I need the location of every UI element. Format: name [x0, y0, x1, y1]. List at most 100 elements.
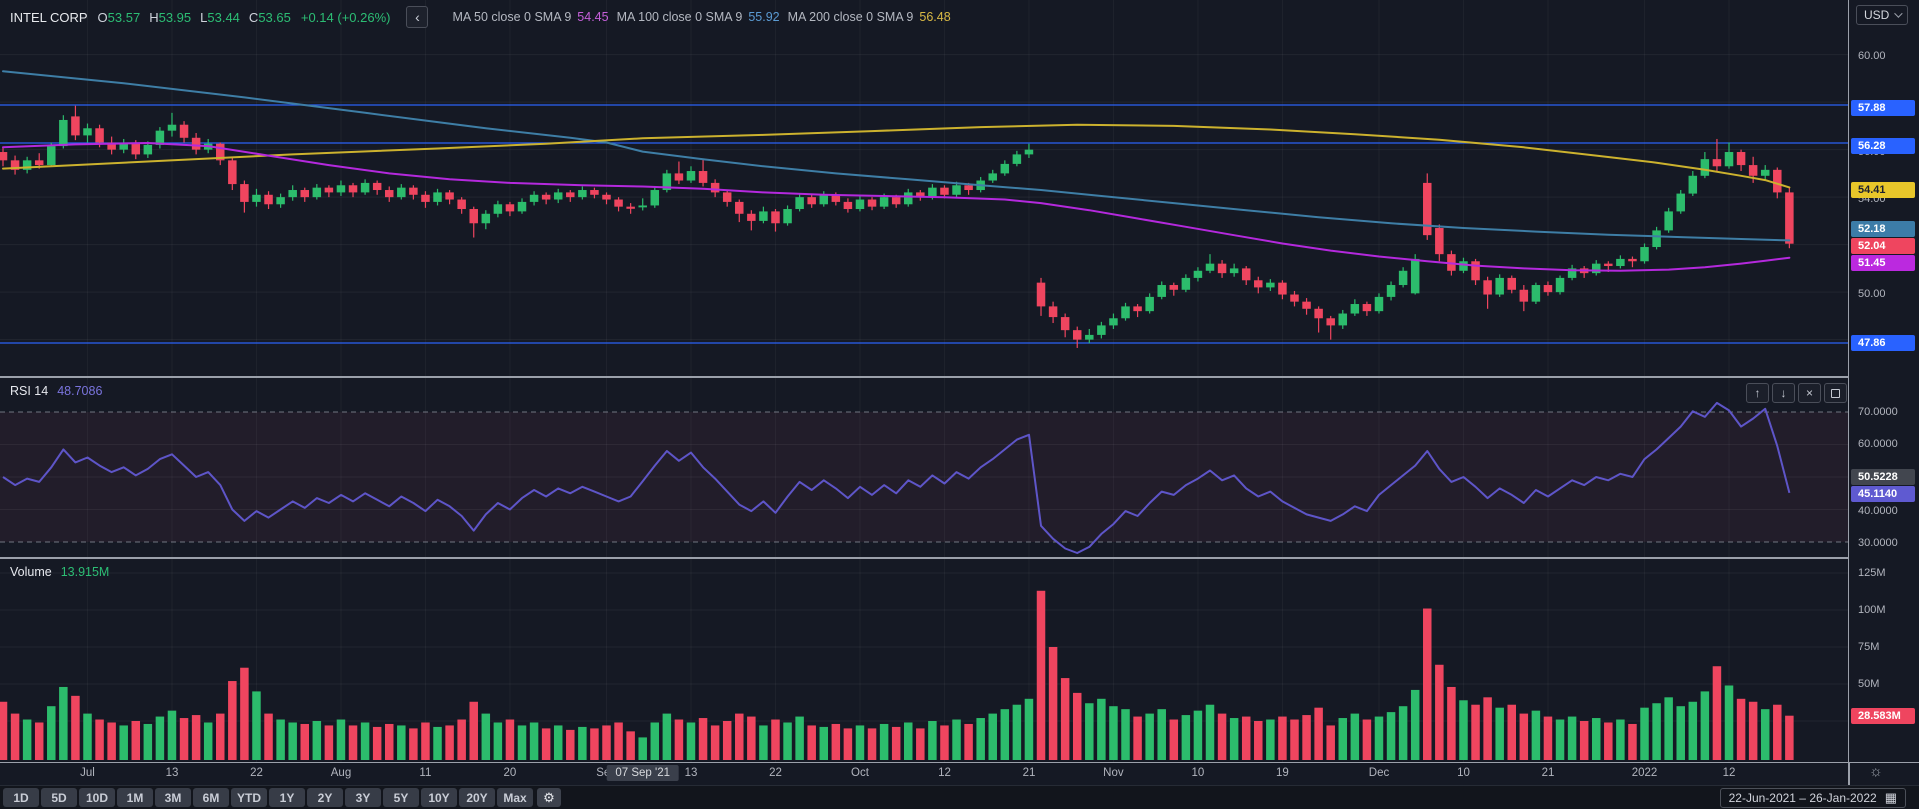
candle[interactable]	[638, 205, 647, 207]
volume-bar[interactable]	[771, 720, 780, 760]
range-button-5d[interactable]: 5D	[41, 788, 77, 807]
remove-pane-button[interactable]: ×	[1798, 383, 1821, 403]
candle[interactable]	[373, 183, 382, 190]
volume-bar[interactable]	[349, 725, 358, 760]
candle[interactable]	[795, 197, 804, 209]
date-range-picker[interactable]: 22-Jun-2021 – 26-Jan-2022 ▦	[1720, 788, 1906, 808]
volume-bar[interactable]	[216, 714, 225, 760]
volume-bar[interactable]	[904, 722, 913, 760]
volume-bar[interactable]	[144, 724, 153, 760]
volume-bar[interactable]	[1556, 720, 1565, 760]
axis-settings-icon[interactable]: ☼	[1869, 763, 1883, 780]
volume-bar[interactable]	[0, 702, 7, 760]
candle[interactable]	[1218, 264, 1227, 274]
candle[interactable]	[1290, 295, 1299, 302]
volume-bar[interactable]	[1725, 685, 1734, 760]
volume-bar[interactable]	[554, 725, 563, 760]
volume-bar[interactable]	[651, 722, 660, 760]
candle[interactable]	[1157, 285, 1166, 297]
candle[interactable]	[1073, 330, 1082, 340]
candle[interactable]	[1495, 278, 1504, 295]
candle[interactable]	[590, 190, 599, 195]
volume-bar[interactable]	[240, 668, 249, 760]
candle[interactable]	[530, 195, 539, 202]
range-button-3m[interactable]: 3M	[155, 788, 191, 807]
candle[interactable]	[1097, 325, 1106, 335]
candle[interactable]	[711, 183, 720, 193]
candle[interactable]	[675, 173, 684, 180]
range-button-3y[interactable]: 3Y	[345, 788, 381, 807]
candle[interactable]	[1532, 285, 1541, 302]
volume-bar[interactable]	[1254, 721, 1263, 760]
candle[interactable]	[1423, 183, 1432, 235]
candle[interactable]	[349, 185, 358, 192]
volume-bar[interactable]	[397, 725, 406, 760]
volume-bar[interactable]	[711, 725, 720, 760]
ma-legend-item-2[interactable]: MA 200 close 0 SMA 956.48	[788, 10, 951, 24]
maximize-pane-button[interactable]	[1824, 383, 1847, 403]
volume-bar[interactable]	[192, 715, 201, 760]
candle[interactable]	[1520, 290, 1529, 302]
candle[interactable]	[1471, 261, 1480, 280]
volume-bar[interactable]	[385, 724, 394, 760]
volume-bar[interactable]	[1676, 706, 1685, 760]
candle[interactable]	[1194, 271, 1203, 278]
volume-bar[interactable]	[1387, 712, 1396, 760]
volume-bar[interactable]	[940, 725, 949, 760]
volume-bar[interactable]	[844, 728, 853, 760]
volume-bar[interactable]	[59, 687, 68, 760]
candle[interactable]	[1145, 297, 1154, 311]
range-button-1d[interactable]: 1D	[3, 788, 39, 807]
volume-bar[interactable]	[1339, 718, 1348, 760]
candle[interactable]	[1713, 159, 1722, 166]
candle[interactable]	[433, 192, 442, 202]
candle[interactable]	[856, 200, 865, 210]
candle[interactable]	[1604, 264, 1613, 266]
volume-bar[interactable]	[1278, 717, 1287, 760]
candle[interactable]	[1266, 283, 1275, 288]
volume-bar[interactable]	[820, 727, 829, 760]
candle[interactable]	[1278, 283, 1287, 295]
candle[interactable]	[1785, 192, 1794, 243]
volume-bar[interactable]	[1483, 697, 1492, 760]
candle[interactable]	[325, 188, 334, 193]
range-button-10d[interactable]: 10D	[79, 788, 115, 807]
right-price-scale[interactable]: 60.0056.0054.0050.0070.000060.000040.000…	[1848, 0, 1919, 762]
volume-bar[interactable]	[880, 724, 889, 760]
candle[interactable]	[301, 190, 310, 197]
candle[interactable]	[1351, 304, 1360, 314]
candle[interactable]	[71, 116, 80, 135]
candle[interactable]	[1339, 314, 1348, 326]
volume-bar[interactable]	[1520, 714, 1529, 760]
candle[interactable]	[228, 160, 237, 184]
volume-bar[interactable]	[1459, 700, 1468, 760]
rsi-volume-pane-divider[interactable]	[0, 557, 1919, 559]
candle[interactable]	[421, 195, 430, 202]
candle[interactable]	[1254, 280, 1263, 287]
volume-bar[interactable]	[1133, 717, 1142, 760]
candle[interactable]	[735, 202, 744, 214]
candle[interactable]	[35, 160, 44, 165]
candle[interactable]	[626, 207, 635, 209]
volume-bar[interactable]	[1532, 711, 1541, 760]
candle[interactable]	[1628, 259, 1637, 261]
price-rsi-volume-chart[interactable]	[0, 0, 1848, 762]
move-pane-up-button[interactable]: ↑	[1746, 383, 1769, 403]
candle[interactable]	[1037, 283, 1046, 307]
time-axis[interactable]: Jul1322Aug1120Sep1322Oct1221Nov1019Dec10…	[0, 762, 1919, 785]
candle[interactable]	[469, 209, 478, 223]
move-pane-down-button[interactable]: ↓	[1772, 383, 1795, 403]
candle[interactable]	[820, 195, 829, 205]
range-button-5y[interactable]: 5Y	[383, 788, 419, 807]
candle[interactable]	[457, 200, 466, 210]
candle[interactable]	[397, 188, 406, 198]
candle[interactable]	[337, 185, 346, 192]
candle[interactable]	[1399, 271, 1408, 285]
volume-bar[interactable]	[1157, 709, 1166, 760]
candle[interactable]	[1483, 280, 1492, 294]
legend-collapse-button[interactable]: ‹	[406, 6, 428, 28]
volume-bar[interactable]	[1592, 718, 1601, 760]
volume-bar[interactable]	[1025, 699, 1034, 760]
volume-bar[interactable]	[107, 722, 116, 760]
volume-bar[interactable]	[288, 722, 297, 760]
